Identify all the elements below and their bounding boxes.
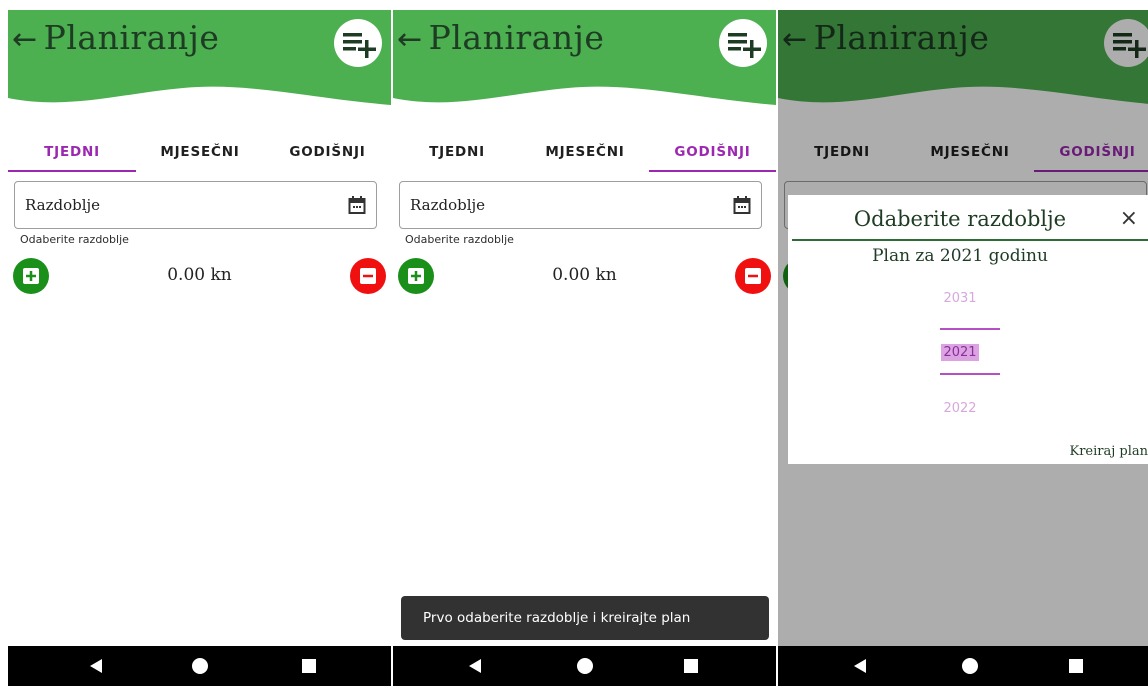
dialog-divider xyxy=(792,239,1148,241)
subtract-button[interactable] xyxy=(350,258,386,294)
nav-recent-icon[interactable] xyxy=(1069,659,1083,673)
dialog-subtitle: Plan za 2021 godinu xyxy=(872,246,1048,266)
add-plan-button[interactable] xyxy=(334,19,382,67)
screen-yearly-dialog: ←Planiranje TJEDNI MJESEČNI GODIŠNJI Raz… xyxy=(778,10,1148,686)
minus-box-icon xyxy=(745,268,761,284)
year-picker-selected[interactable]: 2021 xyxy=(788,344,1132,361)
page-title: ← Planiranje xyxy=(397,18,605,57)
screen-weekly: ← Planiranje TJEDNI MJESEČNI GODIŠNJI Raz… xyxy=(8,10,391,686)
app-header: ← Planiranje xyxy=(393,10,776,130)
tab-indicator xyxy=(649,170,776,172)
tab-monthly[interactable]: MJESEČNI xyxy=(521,132,649,172)
balance-amount: 0.00 kn xyxy=(167,265,232,285)
dialog-title: Odaberite razdoblje xyxy=(853,207,1067,231)
screen-yearly-snackbar: ← Planiranje TJEDNI MJESEČNI GODIŠNJI Raz… xyxy=(393,10,776,686)
system-nav-bar xyxy=(778,646,1148,686)
period-field[interactable]: Razdoblje xyxy=(399,181,762,229)
year-picker-next[interactable]: 2022 xyxy=(788,401,1132,416)
tab-yearly[interactable]: GODIŠNJI xyxy=(264,132,391,172)
back-arrow-icon[interactable]: ← xyxy=(12,22,38,57)
nav-back-icon[interactable] xyxy=(469,659,481,673)
tab-weekly[interactable]: TJEDNI xyxy=(393,132,521,172)
nav-back-icon[interactable] xyxy=(90,659,102,673)
system-nav-bar xyxy=(393,646,776,686)
year-picker-divider-top xyxy=(940,328,1000,330)
year-picker-prev[interactable]: 2031 xyxy=(788,291,1132,306)
period-field-label: Razdoblje xyxy=(410,196,486,214)
calendar-icon[interactable] xyxy=(348,195,366,215)
snackbar: Prvo odaberite razdoblje i kreirajte pla… xyxy=(401,596,769,640)
back-arrow-icon[interactable]: ← xyxy=(397,22,423,57)
period-dialog: Odaberite razdoblje × Plan za 2021 godin… xyxy=(788,195,1148,464)
nav-home-icon[interactable] xyxy=(962,658,978,674)
app-header: ← Planiranje xyxy=(8,10,391,130)
period-helper-text: Odaberite razdoblje xyxy=(20,233,129,246)
page-title: ← Planiranje xyxy=(12,18,220,57)
tab-monthly[interactable]: MJESEČNI xyxy=(136,132,264,172)
period-field[interactable]: Razdoblje xyxy=(14,181,377,229)
playlist-add-icon xyxy=(343,33,376,58)
close-icon[interactable]: × xyxy=(1120,206,1138,231)
nav-back-icon[interactable] xyxy=(854,659,866,673)
minus-box-icon xyxy=(360,268,376,284)
period-field-label: Razdoblje xyxy=(25,196,101,214)
playlist-add-icon xyxy=(728,33,761,58)
calendar-icon[interactable] xyxy=(733,195,751,215)
nav-recent-icon[interactable] xyxy=(684,659,698,673)
tab-yearly[interactable]: GODIŠNJI xyxy=(649,132,776,172)
period-tabs: TJEDNI MJESEČNI GODIŠNJI xyxy=(8,132,391,174)
create-plan-button[interactable]: Kreiraj plan xyxy=(1069,444,1148,459)
add-plan-button[interactable] xyxy=(719,19,767,67)
year-picker-divider-bottom xyxy=(940,373,1000,375)
period-tabs: TJEDNI MJESEČNI GODIŠNJI xyxy=(393,132,776,174)
balance-amount: 0.00 kn xyxy=(552,265,617,285)
system-nav-bar xyxy=(8,646,391,686)
subtract-button[interactable] xyxy=(735,258,771,294)
tab-indicator xyxy=(8,170,136,172)
nav-recent-icon[interactable] xyxy=(302,659,316,673)
period-helper-text: Odaberite razdoblje xyxy=(405,233,514,246)
tab-weekly[interactable]: TJEDNI xyxy=(8,132,136,172)
nav-home-icon[interactable] xyxy=(577,658,593,674)
nav-home-icon[interactable] xyxy=(192,658,208,674)
